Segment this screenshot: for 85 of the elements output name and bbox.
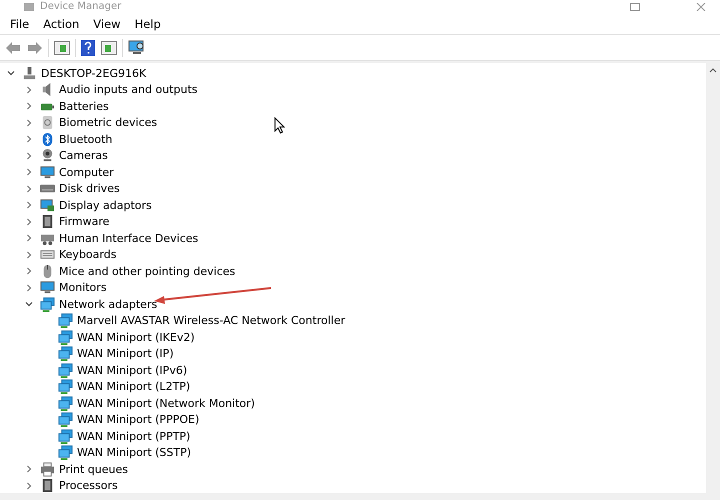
- window-title: Device Manager: [40, 1, 122, 13]
- tree-item[interactable]: WAN Miniport (PPPOE): [77, 413, 200, 426]
- collapsed-chevron-icon[interactable]: [25, 102, 33, 110]
- tree-item[interactable]: Disk drives: [59, 182, 120, 196]
- collapsed-chevron-icon[interactable]: [25, 465, 33, 474]
- window-panel-icon: [54, 40, 70, 54]
- back-button[interactable]: [4, 40, 22, 56]
- collapsed-chevron-icon[interactable]: [25, 284, 33, 292]
- tree-item[interactable]: WAN Miniport (SSTP): [77, 446, 192, 460]
- collapsed-chevron-icon[interactable]: [25, 86, 33, 94]
- computer-icon: [22, 66, 37, 81]
- mouse-cursor-icon: [274, 117, 285, 134]
- network-adapter-icon: [58, 428, 73, 444]
- tree-item[interactable]: Computer: [59, 166, 114, 179]
- tree-item[interactable]: WAN Miniport (IPv6): [77, 364, 188, 377]
- monitor-search-icon: [128, 40, 146, 56]
- back-arrow-icon: [5, 40, 21, 54]
- network-adapter-icon: [58, 412, 73, 428]
- monitor-icon: [40, 164, 55, 180]
- printer-icon: [40, 462, 55, 477]
- console-tree-button[interactable]: [53, 40, 71, 56]
- webcam-icon: [40, 148, 55, 164]
- collapsed-chevron-icon[interactable]: [25, 135, 33, 144]
- collapsed-chevron-icon[interactable]: [25, 168, 33, 176]
- app-icon: [24, 3, 34, 11]
- properties-button[interactable]: [100, 40, 118, 56]
- network-adapter-icon: [58, 396, 73, 411]
- tree-item[interactable]: Human Interface Devices: [59, 232, 198, 245]
- tree-item[interactable]: Biometric devices: [59, 116, 158, 130]
- tree-item[interactable]: Audio inputs and outputs: [59, 83, 198, 96]
- tree-item[interactable]: WAN Miniport (Network Monitor): [77, 396, 255, 410]
- chip-icon: [40, 478, 55, 494]
- tree-item[interactable]: Batteries: [59, 100, 109, 113]
- network-adapter-icon: [58, 362, 73, 378]
- tree-item[interactable]: WAN Miniport (PPTP): [77, 430, 190, 443]
- menu-item[interactable]: File: [4, 17, 36, 31]
- collapsed-chevron-icon[interactable]: [25, 118, 33, 127]
- bluetooth-icon: [40, 132, 55, 147]
- chip-icon: [40, 214, 55, 230]
- tree-item[interactable]: Network adapters: [59, 298, 158, 311]
- tree-item[interactable]: Print queues: [59, 462, 128, 476]
- monitor-icon: [40, 280, 55, 296]
- tree-item[interactable]: Cameras: [59, 149, 108, 162]
- tree-item[interactable]: WAN Miniport (IKEv2): [77, 330, 195, 344]
- tree-item[interactable]: Marvell AVASTAR Wireless-AC Network Controller: [77, 314, 346, 328]
- network-adapter-icon: [58, 313, 73, 328]
- collapsed-chevron-icon[interactable]: [25, 482, 33, 490]
- menu-item[interactable]: Help: [128, 17, 167, 31]
- help-button[interactable]: [80, 38, 96, 56]
- network-adapter-icon: [40, 296, 55, 312]
- tree-item[interactable]: Bluetooth: [59, 132, 112, 146]
- collapsed-chevron-icon[interactable]: [25, 184, 33, 193]
- network-adapter-icon: [58, 445, 73, 460]
- tree-item[interactable]: Display adaptors: [59, 198, 152, 212]
- tree-item[interactable]: Monitors: [59, 281, 107, 294]
- collapsed-chevron-icon[interactable]: [25, 201, 33, 210]
- fingerprint-icon: [40, 115, 55, 130]
- collapsed-chevron-icon[interactable]: [25, 234, 33, 242]
- tree-item[interactable]: Firmware: [59, 215, 110, 228]
- close-icon[interactable]: [696, 3, 706, 11]
- help-icon: [81, 40, 95, 56]
- display-adapter-icon: [40, 198, 55, 213]
- scrollbar[interactable]: [706, 63, 720, 493]
- network-adapter-icon: [58, 379, 73, 394]
- collapsed-chevron-icon[interactable]: [25, 250, 33, 259]
- menu-item[interactable]: Action: [37, 17, 86, 31]
- forward-button[interactable]: [26, 40, 44, 56]
- collapsed-chevron-icon[interactable]: [25, 267, 33, 276]
- scroll-up-icon[interactable]: [709, 67, 717, 73]
- menu-item[interactable]: View: [87, 17, 127, 31]
- network-adapter-icon: [58, 346, 73, 362]
- tree-item[interactable]: WAN Miniport (L2TP): [77, 380, 190, 394]
- expanded-chevron-icon[interactable]: [25, 300, 33, 308]
- tree-item[interactable]: Mice and other pointing devices: [59, 264, 236, 278]
- network-adapter-icon: [58, 330, 73, 345]
- tree-item[interactable]: DESKTOP-2EG916K: [41, 66, 146, 80]
- tree-item[interactable]: Processors: [59, 479, 118, 492]
- collapsed-chevron-icon[interactable]: [25, 218, 33, 226]
- forward-arrow-icon: [27, 40, 43, 54]
- window-panel-icon: [101, 40, 117, 54]
- tree-item[interactable]: WAN Miniport (IP): [77, 347, 174, 360]
- tree-item[interactable]: Keyboards: [59, 248, 116, 262]
- expanded-chevron-icon[interactable]: [7, 69, 15, 78]
- maximize-icon[interactable]: [630, 3, 640, 11]
- collapsed-chevron-icon[interactable]: [25, 152, 33, 160]
